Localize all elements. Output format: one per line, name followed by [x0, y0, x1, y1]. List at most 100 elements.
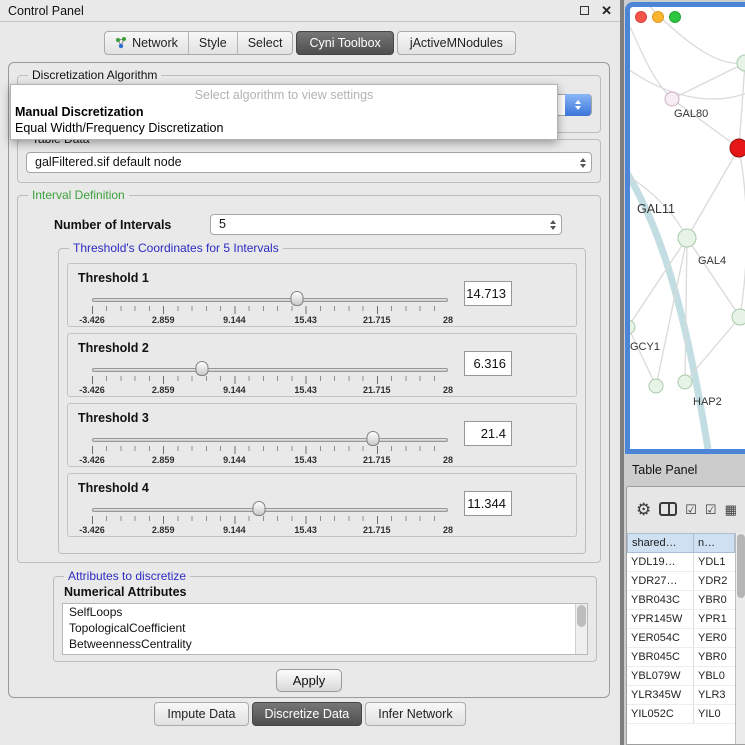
- network-node[interactable]: [665, 92, 679, 106]
- table-row[interactable]: YIL052CYIL0: [627, 705, 735, 724]
- slider-thumb[interactable]: [196, 361, 209, 376]
- slider-thumb[interactable]: [367, 431, 380, 446]
- tick-label: 15.43: [294, 385, 317, 395]
- gear-icon[interactable]: ⚙: [636, 501, 651, 518]
- tick-label: 28: [443, 315, 453, 325]
- threshold-box: Threshold 4 -3.4262.8599.14415.4321.7152…: [67, 473, 577, 537]
- numerical-attributes-list[interactable]: SelfLoopsTopologicalCoefficientBetweenne…: [62, 603, 588, 655]
- float-window-icon[interactable]: [580, 6, 589, 15]
- stepper-icon: [580, 158, 586, 168]
- threshold-value-box[interactable]: 11.344: [464, 491, 512, 516]
- tick-label: -3.426: [79, 525, 105, 535]
- tab-jactivemnodules[interactable]: jActiveMNodules: [397, 31, 516, 55]
- tab-select[interactable]: Select: [237, 32, 293, 54]
- tab-network-label: Network: [132, 36, 178, 50]
- network-node[interactable]: [732, 309, 745, 325]
- tick-label: 15.43: [294, 455, 317, 465]
- table-data-combobox[interactable]: galFiltered.sif default node: [26, 152, 592, 173]
- slider-track[interactable]: [92, 368, 448, 372]
- tab-network[interactable]: Network: [105, 32, 188, 54]
- slider-scale: -3.4262.8599.14415.4321.71528: [92, 446, 448, 466]
- tick-label: 2.859: [152, 455, 175, 465]
- control-panel-window: Control Panel ✕ Network Style Select: [0, 0, 620, 745]
- threshold-value-box[interactable]: 6.316: [464, 351, 512, 376]
- down-arrow-icon: [575, 106, 581, 110]
- table-row[interactable]: YBR043CYBR0: [627, 591, 735, 610]
- table-cell: YLR3: [694, 686, 735, 704]
- algorithm-option-equal-width-frequency[interactable]: Equal Width/Frequency Discretization: [11, 120, 557, 136]
- tick-label: -3.426: [79, 385, 105, 395]
- zoom-traffic-light-icon[interactable]: [669, 11, 681, 23]
- numerical-attributes-label: Numerical Attributes: [64, 585, 186, 599]
- network-node[interactable]: [649, 379, 663, 393]
- tick-label: 28: [443, 525, 453, 535]
- grid-icon[interactable]: ▦: [725, 503, 737, 516]
- threshold-value-box[interactable]: 14.713: [464, 281, 512, 306]
- threshold-label: Threshold 2: [78, 341, 149, 355]
- number-of-intervals-combobox[interactable]: 5: [210, 214, 562, 235]
- threshold-label: Threshold 3: [78, 411, 149, 425]
- table-row[interactable]: YPR145WYPR1: [627, 610, 735, 629]
- control-panel-tab-bar: Network Style Select Cyni Toolbox jActiv…: [0, 31, 620, 55]
- close-traffic-light-icon[interactable]: [635, 11, 647, 23]
- interval-definition-group: Interval Definition Number of Intervals …: [17, 195, 601, 563]
- table-row[interactable]: YBR045CYBR0: [627, 648, 735, 667]
- network-node[interactable]: [678, 229, 696, 247]
- network-graph[interactable]: GAL80GAL11GAL4GCY1HAP2: [630, 7, 745, 449]
- attribute-item[interactable]: BetweennessCentrality: [63, 636, 587, 652]
- scrollbar-thumb[interactable]: [737, 534, 745, 598]
- slider-thumb[interactable]: [253, 501, 266, 516]
- table-panel-title: Table Panel: [632, 463, 697, 477]
- tab-impute-data[interactable]: Impute Data: [154, 702, 248, 726]
- table-scrollbar[interactable]: [735, 533, 745, 744]
- tick-label: 21.715: [363, 385, 391, 395]
- threshold-slider[interactable]: -3.4262.8599.14415.4321.71528: [92, 504, 448, 536]
- network-view-window[interactable]: GAL80GAL11GAL4GCY1HAP2: [625, 2, 745, 454]
- table-cell: YLR345W: [627, 686, 694, 704]
- combobox-arrows-cap[interactable]: [565, 94, 591, 116]
- slider-track[interactable]: [92, 508, 448, 512]
- threshold-slider[interactable]: -3.4262.8599.14415.4321.71528: [92, 364, 448, 396]
- column-header-shared-name[interactable]: shared…: [627, 533, 694, 553]
- network-node[interactable]: [730, 139, 745, 157]
- table-cell: YIL0: [694, 705, 735, 723]
- table-row[interactable]: YLR345WYLR3: [627, 686, 735, 705]
- threshold-value-box[interactable]: 21.4: [464, 421, 512, 446]
- table-row[interactable]: YDL19…YDL1: [627, 553, 735, 572]
- algorithm-placeholder-option[interactable]: Select algorithm to view settings: [11, 85, 557, 104]
- select-columns-checkbox-icon[interactable]: ☑: [685, 503, 697, 516]
- columns-icon[interactable]: [659, 502, 677, 516]
- table-cell: YBR045C: [627, 648, 694, 666]
- minimize-traffic-light-icon[interactable]: [652, 11, 664, 23]
- threshold-slider[interactable]: -3.4262.8599.14415.4321.71528: [92, 294, 448, 326]
- thresholds-group: Threshold's Coordinates for 5 Intervals …: [58, 248, 586, 554]
- attribute-item[interactable]: SelfLoops: [63, 604, 587, 620]
- slider-track[interactable]: [92, 438, 448, 442]
- tab-style[interactable]: Style: [188, 32, 237, 54]
- apply-button[interactable]: Apply: [276, 669, 342, 692]
- select-all-checkbox-icon[interactable]: ☑: [705, 503, 717, 516]
- column-header-name[interactable]: n…: [694, 533, 735, 553]
- table-row[interactable]: YBL079WYBL0: [627, 667, 735, 686]
- threshold-list: Threshold 1 -3.4262.8599.14415.4321.7152…: [59, 263, 585, 537]
- tab-discretize-data[interactable]: Discretize Data: [252, 702, 363, 726]
- network-node[interactable]: [630, 320, 635, 334]
- threshold-slider[interactable]: -3.4262.8599.14415.4321.71528: [92, 434, 448, 466]
- attributes-scrollbar[interactable]: [575, 604, 587, 654]
- node-table-body: YDL19…YDL1YDR27…YDR2YBR043CYBR0YPR145WYP…: [627, 553, 735, 744]
- algorithm-option-manual-discretization[interactable]: Manual Discretization: [11, 104, 557, 120]
- slider-scale: -3.4262.8599.14415.4321.71528: [92, 516, 448, 536]
- network-node[interactable]: [678, 375, 692, 389]
- scrollbar-thumb[interactable]: [577, 605, 586, 627]
- tab-cyni-toolbox[interactable]: Cyni Toolbox: [296, 31, 393, 55]
- slider-thumb[interactable]: [291, 291, 304, 306]
- table-row[interactable]: YER054CYER0: [627, 629, 735, 648]
- attribute-item[interactable]: TopologicalCoefficient: [63, 620, 587, 636]
- slider-track[interactable]: [92, 298, 448, 302]
- network-node[interactable]: [737, 55, 745, 71]
- close-window-icon[interactable]: ✕: [601, 3, 612, 19]
- table-browser-window: ⚙ ☑ ☑ ▦ shared… n… YDL19…YDL1YDR27…YDR2Y…: [626, 486, 745, 745]
- tick-label: 9.144: [223, 315, 246, 325]
- table-row[interactable]: YDR27…YDR2: [627, 572, 735, 591]
- tab-infer-network[interactable]: Infer Network: [365, 702, 465, 726]
